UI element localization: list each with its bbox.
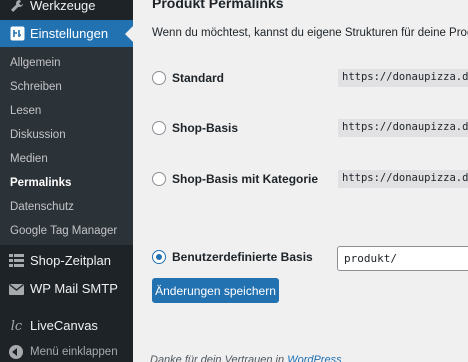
option-label[interactable]: Shop-Basis xyxy=(172,121,238,135)
submenu-item-permalinks[interactable]: Permalinks xyxy=(10,177,71,189)
radio-shop-basis-kategorie[interactable] xyxy=(152,172,166,186)
collapse-arrow-icon xyxy=(9,345,23,359)
submenu-item-google-tag-manager[interactable]: Google Tag Manager xyxy=(10,225,117,237)
footer-thanks: Danke für dein Vertrauen in WordPress xyxy=(150,354,342,362)
sidebar-item-label: Einstellungen xyxy=(30,26,109,41)
radio-shop-basis[interactable] xyxy=(152,121,166,135)
submenu-item-diskussion[interactable]: Diskussion xyxy=(10,129,66,141)
livecanvas-icon: lc xyxy=(10,318,23,334)
permalink-example: https://donaupizza.de/ xyxy=(338,170,468,188)
sidebar-item-label: Werkzeuge xyxy=(30,0,96,13)
wordpress-link[interactable]: WordPress xyxy=(287,354,341,362)
option-label[interactable]: Benutzerdefinierte Basis xyxy=(172,250,313,264)
permalink-option-standard: Standard https://donaupizza.de/ xyxy=(152,67,468,91)
submenu-item-allgemein[interactable]: Allgemein xyxy=(10,57,61,69)
collapse-menu-label: Menü einklappen xyxy=(30,346,118,358)
active-indicator-arrow xyxy=(125,26,133,42)
radio-custom-base[interactable] xyxy=(152,250,166,264)
wrench-icon xyxy=(9,0,25,14)
settings-submenu: Allgemein Schreiben Lesen Diskussion Med… xyxy=(0,47,133,245)
section-description: Wenn du möchtest, kannst du eigene Struk… xyxy=(152,27,468,39)
permalink-example: https://donaupizza.de/ xyxy=(338,69,468,87)
option-label[interactable]: Standard xyxy=(172,71,224,85)
settings-icon xyxy=(9,26,25,42)
mail-icon xyxy=(8,281,25,297)
admin-sidebar: Werkzeuge Einstellungen Allgemein Schrei… xyxy=(0,0,133,362)
permalink-option-shop-basis-kategorie: Shop-Basis mit Kategorie https://donaupi… xyxy=(152,168,468,192)
sidebar-item-livecanvas[interactable]: lc LiveCanvas xyxy=(0,312,133,340)
submenu-item-medien[interactable]: Medien xyxy=(10,153,48,165)
sidebar-item-einstellungen[interactable]: Einstellungen xyxy=(0,20,133,47)
submenu-item-lesen[interactable]: Lesen xyxy=(10,105,41,117)
sidebar-item-label: Shop-Zeitplan xyxy=(30,253,111,268)
main-content: Produkt Permalinks Wenn du möchtest, kan… xyxy=(133,0,468,362)
permalink-option-shop-basis: Shop-Basis https://donaupizza.de/ xyxy=(152,117,468,141)
sidebar-item-label: LiveCanvas xyxy=(30,318,98,333)
sidebar-item-shop-zeitplan[interactable]: Shop-Zeitplan xyxy=(0,247,133,275)
collapse-menu-button[interactable]: Menü einklappen xyxy=(0,342,133,362)
radio-standard[interactable] xyxy=(152,71,166,85)
sidebar-item-wp-mail-smtp[interactable]: WP Mail SMTP xyxy=(0,275,133,303)
custom-base-input[interactable] xyxy=(337,246,468,271)
submenu-item-schreiben[interactable]: Schreiben xyxy=(10,81,62,93)
permalink-example: https://donaupizza.de/ xyxy=(338,119,468,137)
footer-text: Danke für dein Vertrauen in xyxy=(150,354,288,362)
submenu-item-datenschutz[interactable]: Datenschutz xyxy=(10,201,74,213)
save-changes-button[interactable]: Änderungen speichern xyxy=(152,278,279,303)
calendar-grid-icon xyxy=(8,253,25,269)
sidebar-item-werkzeuge[interactable]: Werkzeuge xyxy=(0,0,133,18)
section-title: Produkt Permalinks xyxy=(152,0,284,11)
sidebar-item-label: WP Mail SMTP xyxy=(30,281,118,296)
option-label[interactable]: Shop-Basis mit Kategorie xyxy=(172,172,318,186)
